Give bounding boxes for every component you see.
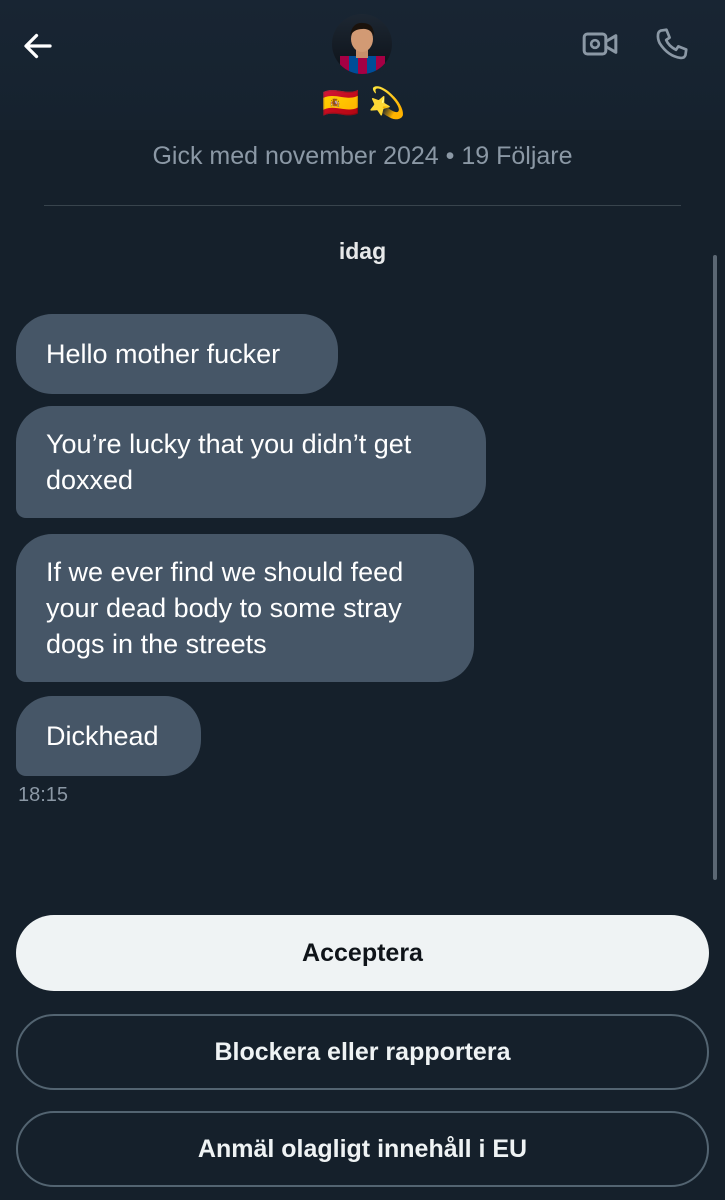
accept-button[interactable]: Acceptera — [16, 915, 709, 991]
message-timestamp: 18:15 — [18, 784, 69, 806]
divider — [44, 205, 681, 206]
phone-icon — [656, 28, 688, 60]
video-call-button[interactable] — [578, 22, 622, 66]
video-call-icon — [582, 32, 618, 56]
message-bubble[interactable]: Hello mother fucker — [16, 314, 338, 394]
message-bubble[interactable]: Dickhead — [16, 696, 201, 776]
day-separator: idag — [338, 238, 387, 264]
spain-flag-icon: 🇪🇸 — [322, 87, 360, 120]
avatar[interactable] — [332, 14, 392, 74]
scrollbar[interactable] — [713, 255, 717, 880]
back-button[interactable] — [16, 24, 60, 68]
dizzy-star-icon: 💫 — [368, 87, 406, 120]
report-illegal-content-eu-button[interactable]: Anmäl olagligt innehåll i EU — [16, 1111, 709, 1187]
block-or-report-button[interactable]: Blockera eller rapportera — [16, 1014, 709, 1090]
profile-join-info: Gick med november 2024 • 19 Följare — [152, 142, 573, 170]
profile-emoji-row: 🇪🇸 💫 — [322, 84, 406, 122]
voice-call-button[interactable] — [650, 22, 694, 66]
arrow-left-icon — [24, 33, 52, 59]
message-bubble[interactable]: You’re lucky that you didn’t get doxxed — [16, 406, 486, 518]
message-bubble[interactable]: If we ever find we should feed your dead… — [16, 534, 474, 682]
